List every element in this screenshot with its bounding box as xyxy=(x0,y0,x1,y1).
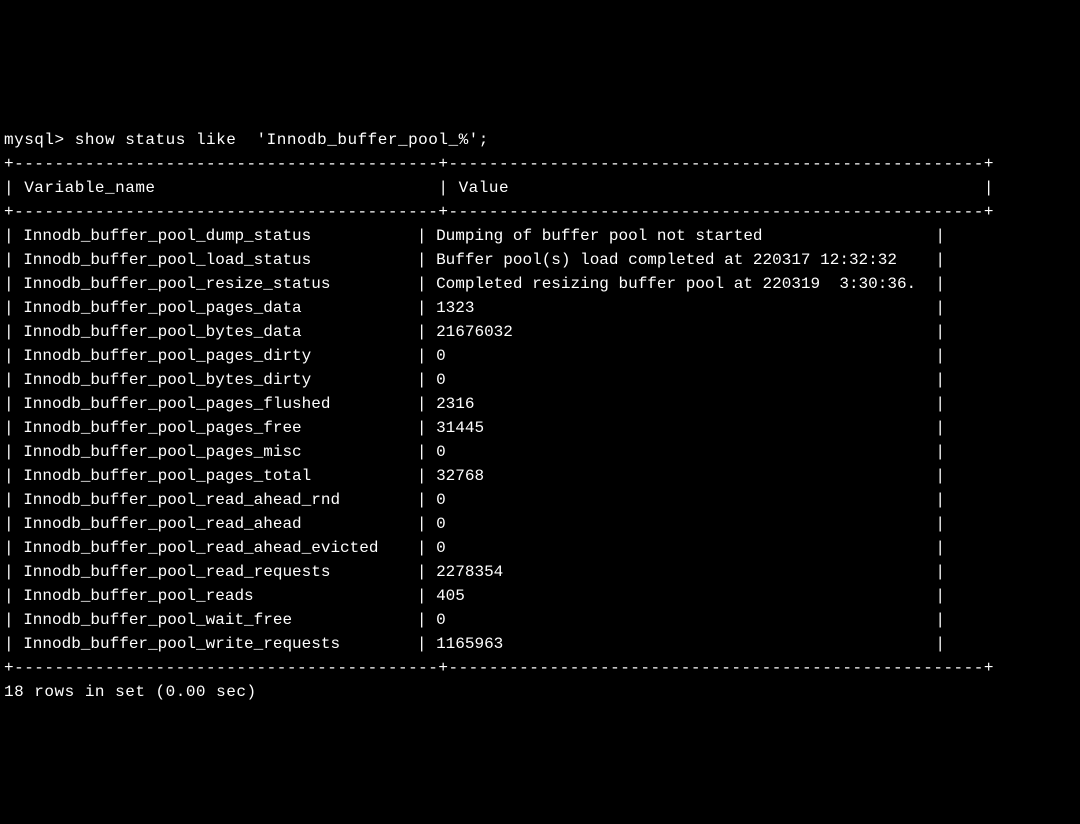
table-border-top: +---------------------------------------… xyxy=(4,155,994,173)
mysql-prompt: mysql> xyxy=(4,131,75,149)
mysql-prompt-line: mysql> show status like 'Innodb_buffer_p… xyxy=(4,131,489,149)
table-border-bot: +---------------------------------------… xyxy=(4,659,994,677)
table-header-row: | Variable_name | Value | xyxy=(4,179,994,197)
sql-query: show status like 'Innodb_buffer_pool_%'; xyxy=(75,131,489,149)
table-body: | Innodb_buffer_pool_dump_status | Dumpi… xyxy=(4,224,1076,656)
result-footer: 18 rows in set (0.00 sec) xyxy=(4,683,257,701)
terminal-output: mysql> show status like 'Innodb_buffer_p… xyxy=(4,104,1076,704)
table-border-sep: +---------------------------------------… xyxy=(4,203,994,221)
